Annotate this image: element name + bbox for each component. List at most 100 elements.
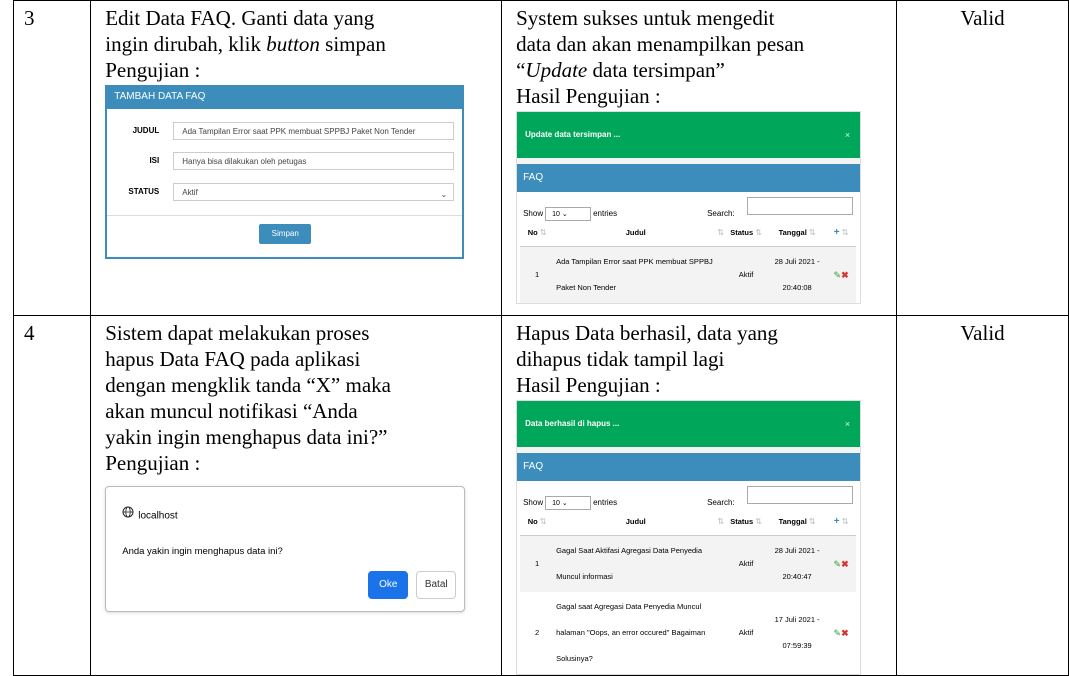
entries-value: 10 [552, 210, 560, 218]
column-label: No [527, 517, 538, 526]
row-status: Aktif [738, 628, 754, 637]
pencil-icon[interactable]: ✎ [834, 628, 842, 638]
row-number: 3 [12, 0, 92, 316]
show-label: Show [523, 209, 544, 218]
scenario-line: Edit Data FAQ. Ganti data yang [105, 6, 375, 30]
row-judul: Ada Tampilan Error saat PPK membuat SPPB… [554, 246, 725, 303]
add-column[interactable]: + ⇅ [826, 509, 857, 536]
isi-input[interactable]: Hanya bisa dilakukan oleh petugas [173, 152, 455, 170]
row-judul: Gagal Saat Aktifasi Agregasi Data Penyed… [554, 535, 725, 592]
row-actions: ✎✖ [826, 246, 857, 303]
result-cell: System sukses untuk mengedit data dan ak… [501, 0, 897, 316]
search-input[interactable] [747, 197, 854, 215]
scenario-line: hapus Data FAQ pada aplikasi [105, 347, 361, 371]
test-table: 3 Edit Data FAQ. Ganti data yang ingin d… [12, 0, 1069, 676]
judul-row: JUDUL Ada Tampilan Error saat PPK membua… [107, 120, 462, 142]
close-icon[interactable]: × [845, 112, 850, 158]
success-alert: Data berhasil di hapus ... × [517, 401, 861, 447]
success-alert: Update data tersimpan ... × [517, 112, 861, 158]
table-row: 2 Gagal saat Agregasi Data Penyedia Munc… [520, 592, 856, 674]
status-cell: Valid [895, 0, 1069, 316]
alert-text: Update data tersimpan ... [525, 130, 621, 139]
x-icon[interactable]: ✖ [841, 559, 849, 569]
pencil-icon[interactable]: ✎ [834, 559, 842, 569]
result-line: Hasil Pengujian : [516, 373, 661, 397]
sort-icon: ⇅ [755, 228, 762, 237]
column-label: Tanggal [778, 228, 807, 237]
show-label: Show [523, 498, 544, 507]
scenario-line: yakin ingin menghapus data ini?” [105, 425, 388, 449]
x-icon[interactable]: ✖ [841, 628, 849, 638]
row-no: 2 [535, 628, 540, 637]
form-title: TAMBAH DATA FAQ [107, 85, 463, 109]
add-column[interactable]: + ⇅ [826, 220, 857, 247]
row-actions: ✎✖ [826, 535, 857, 592]
scenario-line: Pengujian : [105, 58, 201, 82]
column-label: No [527, 228, 538, 237]
sort-icon: ⇅ [539, 517, 547, 526]
scenario-line: dengan mengklik tanda “X” maka [105, 373, 391, 397]
sort-icon: ⇅ [755, 517, 762, 526]
entries-select[interactable]: 10 ⌄ [545, 206, 592, 221]
result-line: Hapus Data berhasil, data yang [516, 321, 778, 345]
status-select-value: Aktif [182, 188, 198, 197]
search-label: Search: [707, 209, 735, 218]
faq-form-screenshot: TAMBAH DATA FAQ JUDUL Ada Tampilan Error… [105, 85, 465, 259]
result-line: System sukses untuk mengedit [516, 6, 775, 30]
dialog-host: localhost [122, 503, 178, 530]
close-icon[interactable]: × [845, 401, 850, 447]
scenario-italic: button [266, 32, 320, 56]
search-input[interactable] [747, 486, 854, 504]
scenario-cell: Sistem dapat melakukan proses hapus Data… [90, 315, 503, 676]
faq-table: No ⇅ Judul ⇅ Status ⇅ Tanggal ⇅ + ⇅ 1 Ga… [520, 509, 857, 674]
column-label: Status [730, 517, 754, 526]
isi-label: ISI [149, 156, 160, 165]
table-controls: Show 10 ⌄ entries Search: [517, 192, 860, 221]
table-row: 1 Gagal Saat Aktifasi Agregasi Data Peny… [520, 535, 857, 592]
scenario-line: akan muncul notifikasi “Anda [105, 399, 358, 423]
table-controls: Show 10 ⌄ entries Search: [517, 481, 860, 510]
pencil-icon[interactable]: ✎ [834, 270, 842, 280]
row-no: 1 [520, 535, 555, 592]
faq-update-screenshot: Update data tersimpan ... × FAQ Show 10 ⌄ e… [516, 111, 862, 304]
plus-icon[interactable]: + [834, 227, 840, 238]
row-tanggal: 28 Juli 2021 - 20:40:47 [768, 535, 827, 592]
faq-box-title: FAQ [517, 453, 861, 481]
result-line: “Update data tersimpan” [516, 57, 896, 83]
row-no: 1 [520, 246, 555, 303]
host-text: localhost [138, 510, 178, 522]
sort-icon: ⇅ [841, 228, 849, 237]
result-italic: Update [525, 58, 588, 82]
status-select[interactable]: Aktif ⌄ [173, 183, 455, 201]
row-status: Aktif [724, 246, 769, 303]
plus-icon[interactable]: + [834, 516, 840, 527]
faq-table: No ⇅ Judul ⇅ Status ⇅ Tanggal ⇅ + ⇅ 1 Ad… [520, 220, 857, 303]
x-icon[interactable]: ✖ [841, 270, 849, 280]
column-label: Judul [625, 228, 646, 237]
column-header[interactable]: Tanggal ⇅ [768, 509, 827, 536]
status-label: STATUS [128, 187, 160, 196]
entries-label: entries [593, 209, 618, 218]
result-cell: Hapus Data berhasil, data yang dihapus t… [501, 315, 897, 676]
scenario-text: simpan [319, 32, 386, 56]
alert-text: Data berhasil di hapus ... [525, 419, 620, 428]
column-label: Status [730, 228, 754, 237]
scenario-text: ingin dirubah, klik [105, 32, 267, 56]
save-button[interactable]: Simpan [259, 224, 312, 244]
sort-icon: ⇅ [808, 228, 816, 237]
cancel-button[interactable]: Batal [416, 571, 457, 599]
length-control: Show 10 ⌄ entries [523, 201, 617, 227]
sort-icon: ⇅ [539, 228, 547, 237]
ok-button[interactable]: Oke [368, 571, 409, 599]
isi-row: ISI Hanya bisa dilakukan oleh petugas [107, 150, 462, 172]
column-label: Tanggal [778, 517, 807, 526]
column-header[interactable]: Tanggal ⇅ [768, 220, 827, 247]
scenario-line: ingin dirubah, klik button simpan [105, 31, 501, 57]
form-divider [107, 215, 463, 216]
table-row: 1 Ada Tampilan Error saat PPK membuat SP… [520, 246, 857, 303]
result-line: Hasil Pengujian : [516, 84, 661, 108]
test-row-3: 3 Edit Data FAQ. Ganti data yang ingin d… [12, 0, 1069, 316]
dialog-message: Anda yakin ingin menghapus data ini? [122, 546, 283, 557]
entries-select[interactable]: 10 ⌄ [545, 495, 592, 510]
judul-input[interactable]: Ada Tampilan Error saat PPK membuat SPPB… [173, 122, 455, 140]
